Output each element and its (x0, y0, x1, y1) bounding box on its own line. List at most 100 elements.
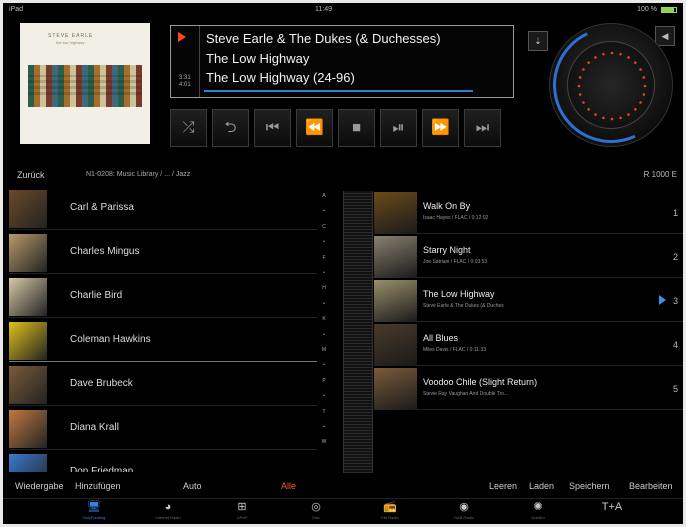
artist-row[interactable]: Charlie Bird (9, 276, 317, 318)
now-playing-album: The Low Highway (206, 51, 310, 66)
artist-thumbnail (9, 366, 47, 404)
playlist-row[interactable]: Voodoo Chile (Slight Return) Stevie Ray V… (374, 367, 683, 410)
tab-brand[interactable]: T+A (587, 500, 637, 524)
rewind-button[interactable]: ⏪ (296, 109, 333, 147)
artist-name: Carl & Parissa (70, 202, 134, 213)
artist-name: Charles Mingus (70, 246, 140, 257)
artist-row[interactable]: Dave Brubeck (9, 364, 317, 406)
tab-control[interactable]: 🖥 OnlyFunding (69, 500, 119, 524)
laden-button[interactable]: Laden (529, 481, 554, 491)
volume-dot (594, 56, 597, 59)
volume-dial[interactable] (536, 10, 683, 160)
playlist-row[interactable]: All Blues Miles Davis / FLAC / 0:11:33 4 (374, 323, 683, 366)
artist-row[interactable]: Charles Mingus (9, 232, 317, 274)
alpha-index-dot[interactable]: • (317, 362, 331, 368)
repeat-button[interactable]: ⮌ (212, 109, 249, 147)
tab-dab-radio[interactable]: ◉ DAB Radio (439, 500, 489, 524)
leeren-button[interactable]: Leeren (489, 481, 517, 491)
shuffle-button[interactable]: ⤮ (170, 109, 207, 147)
alpha-index[interactable]: A • C • F • H • K • M • P • T • W (317, 193, 331, 473)
track-thumbnail (374, 280, 417, 322)
scroll-strip[interactable] (343, 191, 373, 473)
track-subtitle: Steve Earle & The Dukes (& Duches (423, 303, 504, 309)
alpha-index-dot[interactable]: • (317, 301, 331, 307)
playlist-row[interactable]: Walk On By Isaac Hayes / FLAC / 0:12:02 1 (374, 191, 683, 234)
hinzufuegen-button[interactable]: Hinzufügen (75, 481, 121, 491)
speichern-button[interactable]: Speichern (569, 481, 610, 491)
alpha-index-letter[interactable]: C (317, 224, 331, 230)
artist-name: Diana Krall (70, 422, 119, 433)
upnp-icon: ⊞ (237, 501, 247, 513)
previous-track-button[interactable]: ⏮ (254, 109, 291, 147)
artist-list[interactable]: Carl & Parissa Charles Mingus Charlie Bird… (9, 188, 317, 472)
stop-button[interactable]: ■ (338, 109, 375, 147)
tab-internet-radio[interactable]: ◕ Internet Radio (143, 500, 193, 524)
play-pause-icon: ⏯ (392, 119, 405, 136)
playlist-row[interactable]: The Low Highway Steve Earle & The Dukes (… (374, 279, 683, 322)
alpha-index-dot[interactable]: • (317, 208, 331, 214)
repeat-icon: ⮌ (224, 119, 237, 136)
volume-dot (582, 68, 585, 71)
playing-indicator-icon (178, 32, 186, 42)
alpha-index-dot[interactable]: • (317, 424, 331, 430)
volume-dot (602, 116, 605, 120)
alpha-index-letter[interactable]: K (317, 316, 331, 322)
alpha-index-letter[interactable]: H (317, 285, 331, 291)
alpha-index-dot[interactable]: • (317, 270, 331, 276)
progress-bar[interactable] (204, 90, 474, 92)
play-pause-button[interactable]: ⏯ (380, 109, 417, 147)
volume-dot (639, 101, 642, 104)
track-title: Walk On By (423, 201, 471, 211)
tab-disc[interactable]: ◎ Disc (291, 500, 341, 524)
source-toggle-button[interactable]: ⇣ (528, 31, 548, 51)
alpha-index-letter[interactable]: P (317, 378, 331, 384)
artist-thumbnail (9, 454, 47, 472)
shuffle-icon: ⤮ (182, 119, 195, 136)
volume-dot (578, 93, 582, 96)
alpha-index-letter[interactable]: T (317, 409, 331, 415)
alpha-index-letter[interactable]: A (317, 193, 331, 199)
breadcrumb: Zurück N1-0208: Music Library / ... / Ja… (3, 166, 683, 186)
wiedergabe-button[interactable]: Wiedergabe (15, 481, 64, 491)
alpha-index-dot[interactable]: • (317, 393, 331, 399)
tab-fm-radio[interactable]: 📻 FM Radio (365, 500, 415, 524)
track-title: Starry Night (423, 245, 471, 255)
artist-row[interactable]: Don Friedman (9, 452, 317, 472)
dab-radio-icon: ◉ (459, 501, 469, 513)
alpha-index-dot[interactable]: • (317, 239, 331, 245)
fast-forward-button[interactable]: ⏩ (422, 109, 459, 147)
alpha-index-letter[interactable]: F (317, 255, 331, 261)
album-art[interactable]: STEVE EARLE the low highway (20, 23, 150, 144)
next-track-button[interactable]: ⏭ (464, 109, 501, 147)
back-button[interactable]: Zurück (17, 170, 45, 180)
artist-name: Charlie Bird (70, 290, 123, 301)
track-number: 2 (672, 252, 678, 262)
artist-row[interactable]: Coleman Hawkins (9, 320, 317, 362)
tab-label: DAB Radio (454, 515, 474, 520)
artist-name: Coleman Hawkins (70, 334, 151, 345)
tab-label: OnlyFunding (82, 515, 106, 520)
disc-icon: ◎ (311, 501, 321, 513)
alpha-index-letter[interactable]: W (317, 439, 331, 445)
total-time: 4:01 (179, 82, 191, 88)
volume-dot (610, 117, 614, 121)
status-bar: iPad 11:49 100 % (3, 3, 683, 17)
auto-button[interactable]: Auto (183, 481, 202, 491)
artist-row[interactable]: Carl & Parissa (9, 188, 317, 230)
playlist[interactable]: Walk On By Isaac Hayes / FLAC / 0:12:02 1 S… (374, 191, 683, 411)
playlist-row[interactable]: Starry Night Joe Satriani / FLAC / 0:03:5… (374, 235, 683, 278)
sources-icon: ✺ (533, 501, 543, 513)
breadcrumb-path[interactable]: N1-0208: Music Library / ... / Jazz (86, 171, 190, 178)
alpha-index-letter[interactable]: M (317, 347, 331, 353)
tab-upnp[interactable]: ⊞ UPnP (217, 500, 267, 524)
track-subtitle: Joe Satriani / FLAC / 0:03:53 (423, 259, 488, 265)
alle-button[interactable]: Alle (281, 481, 296, 491)
alpha-index-dot[interactable]: • (317, 332, 331, 338)
bearbeiten-button[interactable]: Bearbeiten (629, 481, 673, 491)
tab-sources[interactable]: ✺ Quellen (513, 500, 563, 524)
device-name[interactable]: R 1000 E (644, 170, 677, 179)
volume-dot (634, 61, 637, 64)
artist-row[interactable]: Diana Krall (9, 408, 317, 450)
device-label: iPad (9, 6, 24, 13)
now-playing-panel[interactable]: Steve Earle & The Dukes (& Duchesses) Th… (170, 25, 514, 98)
